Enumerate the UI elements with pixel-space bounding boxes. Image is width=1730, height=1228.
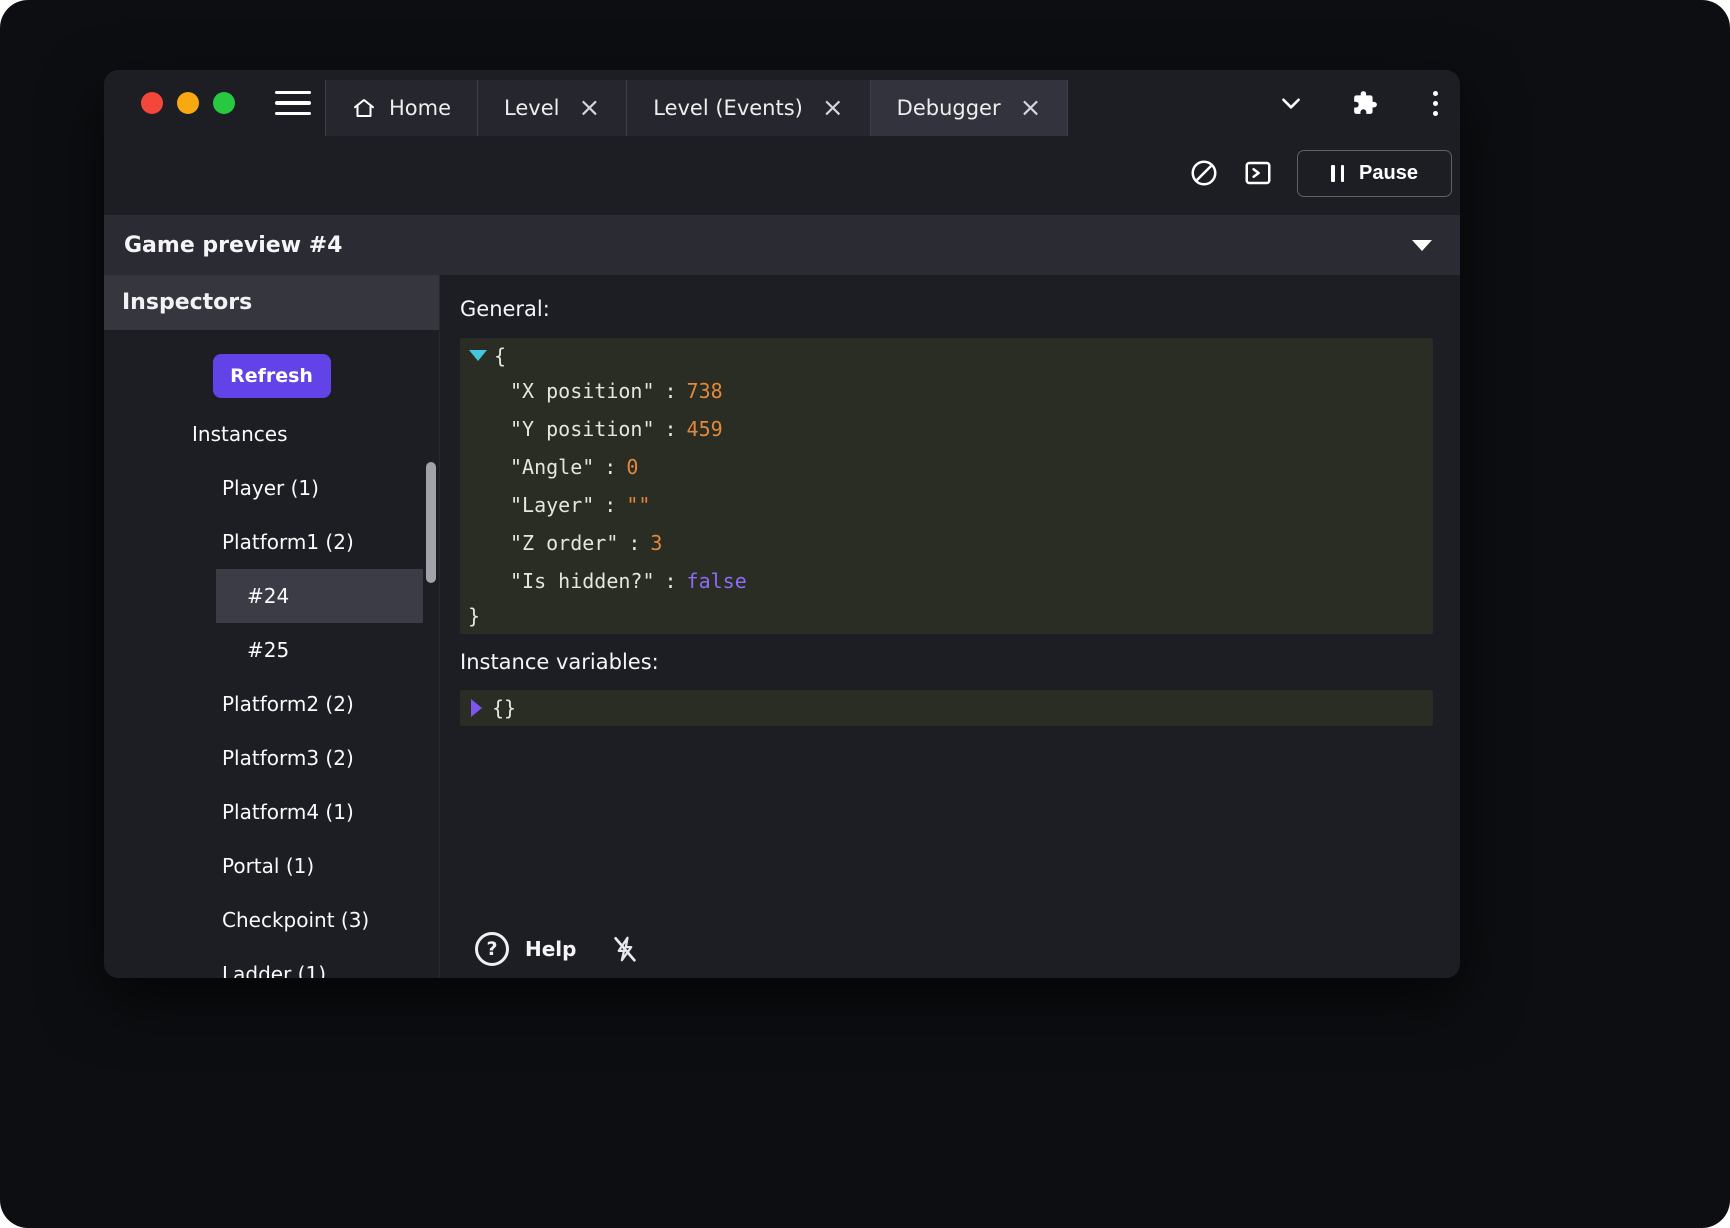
property-value: "" [626, 493, 650, 517]
property-layer: "Layer":"" [460, 486, 1433, 524]
game-preview-title: Game preview #4 [124, 233, 342, 258]
property-key: "Layer" [510, 493, 594, 517]
sidebar-header: Inspectors [104, 275, 439, 330]
open-brace: { [460, 340, 1433, 372]
debugger-toolbar: Pause [104, 136, 1460, 210]
pause-button[interactable]: Pause [1297, 150, 1452, 197]
empty-object-value: {} [492, 696, 516, 720]
list-item-checkpoint[interactable]: Checkpoint (3) [216, 893, 423, 947]
close-tab-icon[interactable]: × [578, 95, 600, 121]
sidebar-body: Refresh Instances Player (1) Platform1 (… [104, 330, 439, 978]
circle-slash-icon[interactable] [1189, 158, 1219, 188]
pause-icon [1331, 165, 1344, 182]
extensions-puzzle-icon[interactable] [1352, 90, 1378, 116]
instance-variables-tree: {} [460, 690, 1433, 726]
tab-bar: Home Level × Level (Events) × Debugger × [325, 80, 1068, 136]
titlebar: Home Level × Level (Events) × Debugger × [104, 70, 1460, 136]
tab-label: Level [504, 96, 559, 120]
help-label[interactable]: Help [525, 937, 576, 961]
close-window-button[interactable] [141, 92, 163, 114]
list-item-player[interactable]: Player (1) [216, 461, 423, 515]
window-controls [141, 92, 235, 114]
list-item-platform4[interactable]: Platform4 (1) [216, 785, 423, 839]
tab-label: Level (Events) [653, 96, 803, 120]
help-row: ? Help [475, 932, 640, 966]
titlebar-right-icons [1278, 70, 1460, 136]
property-key: "Angle" [510, 455, 594, 479]
list-item-instance-24[interactable]: #24 [216, 569, 423, 623]
list-item-ladder[interactable]: Ladder (1) [216, 947, 423, 978]
instance-list: Player (1) Platform1 (2) #24 #25 Platfor… [216, 461, 423, 978]
close-tab-icon[interactable]: × [822, 95, 844, 121]
desktop-background: Home Level × Level (Events) × Debugger × [0, 0, 1730, 1228]
flash-off-icon[interactable] [610, 934, 640, 964]
general-properties-tree: { "X position":738 "Y position":459 "Ang… [460, 338, 1433, 634]
debugger-content: Inspectors Refresh Instances Player (1) … [104, 275, 1460, 978]
pause-label: Pause [1359, 162, 1418, 185]
app-window: Home Level × Level (Events) × Debugger × [104, 70, 1460, 978]
preview-dropdown-chevron-icon[interactable] [1412, 240, 1432, 251]
property-key: "Is hidden?" [510, 569, 655, 593]
list-item-portal[interactable]: Portal (1) [216, 839, 423, 893]
home-icon [352, 96, 376, 120]
instances-section-label: Instances [192, 420, 439, 448]
minimize-window-button[interactable] [177, 92, 199, 114]
list-item-platform3[interactable]: Platform3 (2) [216, 731, 423, 785]
kebab-menu-icon[interactable] [1426, 91, 1444, 116]
close-brace: } [460, 600, 1433, 632]
property-y-position: "Y position":459 [460, 410, 1433, 448]
tab-label: Home [389, 96, 451, 120]
zoom-window-button[interactable] [213, 92, 235, 114]
property-angle: "Angle":0 [460, 448, 1433, 486]
refresh-button[interactable]: Refresh [213, 354, 331, 398]
instance-variables-label: Instance variables: [460, 648, 1433, 676]
property-value: 0 [626, 455, 638, 479]
property-z-order: "Z order":3 [460, 524, 1433, 562]
property-key: "Y position" [510, 417, 655, 441]
tab-level-events[interactable]: Level (Events) × [626, 80, 869, 136]
chevron-down-icon[interactable] [1278, 90, 1304, 116]
close-tab-icon[interactable]: × [1020, 95, 1042, 121]
property-value: false [687, 569, 747, 593]
sidebar-scrollbar-thumb[interactable] [426, 462, 436, 583]
property-key: "X position" [510, 379, 655, 403]
property-x-position: "X position":738 [460, 372, 1433, 410]
triangle-collapsed-icon[interactable] [471, 699, 482, 717]
game-preview-bar[interactable]: Game preview #4 [104, 215, 1460, 275]
general-section-label: General: [460, 295, 1433, 323]
property-value: 3 [650, 531, 662, 555]
inspectors-sidebar: Inspectors Refresh Instances Player (1) … [104, 275, 440, 978]
property-is-hidden: "Is hidden?":false [460, 562, 1433, 600]
tab-level[interactable]: Level × [477, 80, 626, 136]
property-key: "Z order" [510, 531, 618, 555]
help-circle-icon[interactable]: ? [475, 932, 509, 966]
tab-debugger[interactable]: Debugger × [870, 80, 1069, 136]
tab-label: Debugger [897, 96, 1001, 120]
list-item-platform2[interactable]: Platform2 (2) [216, 677, 423, 731]
triangle-expanded-icon[interactable] [469, 350, 487, 361]
hamburger-menu-icon[interactable] [275, 91, 311, 116]
inspector-panel: General: { "X position":738 "Y position"… [440, 275, 1460, 978]
console-icon[interactable] [1243, 158, 1273, 188]
property-value: 459 [687, 417, 723, 441]
list-item-platform1[interactable]: Platform1 (2) [216, 515, 423, 569]
list-item-instance-25[interactable]: #25 [216, 623, 423, 677]
property-value: 738 [687, 379, 723, 403]
tab-home[interactable]: Home [325, 80, 477, 136]
